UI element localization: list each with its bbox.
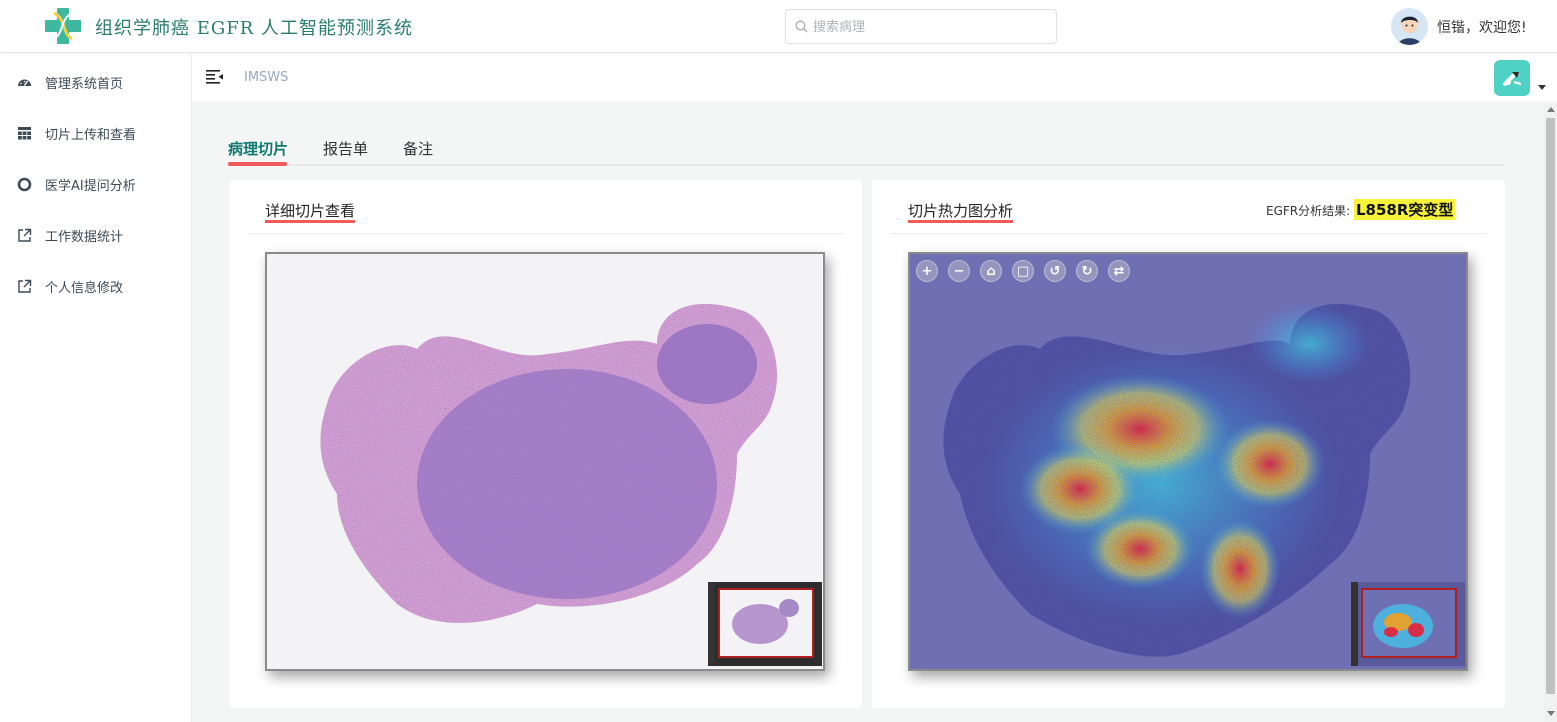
heatmap-viewer[interactable]: + − ⌂ □ ↺ ↻ ⇄ — [908, 252, 1468, 671]
vertical-scrollbar[interactable] — [1544, 104, 1557, 722]
rotate-left-icon[interactable]: ↺ — [1044, 260, 1066, 282]
flip-icon[interactable]: ⇄ — [1108, 260, 1130, 282]
sidebar-item-statistics[interactable]: 工作数据统计 — [0, 215, 192, 255]
tab-notes[interactable]: 备注 — [403, 138, 433, 159]
tab-label: 备注 — [403, 140, 434, 158]
tab-label: 报告单 — [323, 140, 369, 158]
heatmap-card: 切片热力图分析 EGFR分析结果: L858R突变型 + − ⌂ □ ↺ ↻ ⇄ — [872, 180, 1505, 708]
egfr-result-value: L858R突变型 — [1354, 199, 1456, 220]
menu-collapse-icon[interactable] — [206, 69, 224, 85]
top-bar: IMSWS — [192, 54, 1557, 101]
sidebar-item-label: 工作数据统计 — [45, 229, 124, 245]
tab-report[interactable]: 报告单 — [323, 138, 368, 159]
search-icon — [795, 20, 808, 33]
minimap[interactable] — [1351, 582, 1465, 666]
home-icon[interactable]: ⌂ — [980, 260, 1002, 282]
external-link-icon — [18, 228, 32, 242]
circle-icon — [17, 177, 32, 191]
sidebar-item-label: 医学AI提问分析 — [45, 178, 136, 194]
divider — [247, 233, 844, 234]
sidebar: 管理系统首页 切片上传和查看 医学AI提问分析 工作数据统计 个人信息修改 — [0, 54, 192, 722]
app-title: 组织学肺癌 EGFR 人工智能预测系统 — [95, 18, 414, 39]
egfr-result-label: EGFR分析结果: — [1266, 204, 1351, 218]
sidebar-item-slides[interactable]: 切片上传和查看 — [0, 113, 192, 153]
chevron-down-icon[interactable] — [1538, 85, 1546, 90]
zoom-out-icon[interactable]: − — [948, 260, 970, 282]
minimap-viewport[interactable] — [1361, 588, 1457, 658]
divider — [890, 233, 1487, 234]
card-title: 详细切片查看 — [265, 202, 356, 220]
scroll-down-arrow-icon[interactable] — [1547, 711, 1555, 716]
sidebar-item-home[interactable]: 管理系统首页 — [0, 62, 192, 102]
dashboard-icon — [18, 79, 31, 86]
logo-icon — [45, 8, 81, 44]
zoom-in-icon[interactable]: + — [916, 260, 938, 282]
scroll-up-arrow-icon[interactable] — [1547, 107, 1555, 112]
rotate-right-icon[interactable]: ↻ — [1076, 260, 1098, 282]
tab-label: 病理切片 — [228, 140, 289, 158]
minimap[interactable] — [708, 582, 822, 666]
search-box[interactable] — [785, 9, 1057, 44]
tab-bar: 病理切片 报告单 备注 — [228, 134, 1505, 166]
card-title: 切片热力图分析 — [908, 202, 1014, 220]
search-input[interactable] — [813, 16, 1048, 38]
app-header: 组织学肺癌 EGFR 人工智能预测系统 恒锴，欢迎您! — [0, 0, 1557, 53]
tool-menu-button[interactable] — [1494, 60, 1530, 96]
avatar[interactable] — [1391, 8, 1428, 45]
sidebar-item-label: 个人信息修改 — [45, 280, 124, 296]
main-content: IMSWS 病理切片 报告单 备注 详细切片查看 切片热力图分析 EGFR分析结… — [192, 54, 1557, 722]
microscope-icon — [1503, 72, 1522, 86]
viewer-toolbar: + − ⌂ □ ↺ ↻ ⇄ — [916, 260, 1130, 282]
minimap-viewport[interactable] — [718, 588, 814, 658]
external-link-icon — [18, 279, 32, 293]
tab-pathology-slides[interactable]: 病理切片 — [228, 138, 288, 159]
fullscreen-icon[interactable]: □ — [1012, 260, 1034, 282]
sidebar-item-label: 切片上传和查看 — [45, 127, 137, 143]
grid-icon — [18, 126, 31, 139]
slide-viewer-card: 详细切片查看 — [229, 180, 862, 708]
sidebar-item-profile[interactable]: 个人信息修改 — [0, 266, 192, 306]
slide-viewer[interactable] — [265, 252, 825, 671]
breadcrumb[interactable]: IMSWS — [244, 70, 288, 85]
sidebar-item-label: 管理系统首页 — [45, 76, 124, 92]
sidebar-item-ai-qa[interactable]: 医学AI提问分析 — [0, 164, 192, 204]
avatar-icon — [1391, 8, 1428, 45]
scroll-thumb[interactable] — [1546, 118, 1555, 694]
active-tab-indicator — [228, 162, 287, 166]
welcome-text: 恒锴，欢迎您! — [1437, 20, 1527, 36]
